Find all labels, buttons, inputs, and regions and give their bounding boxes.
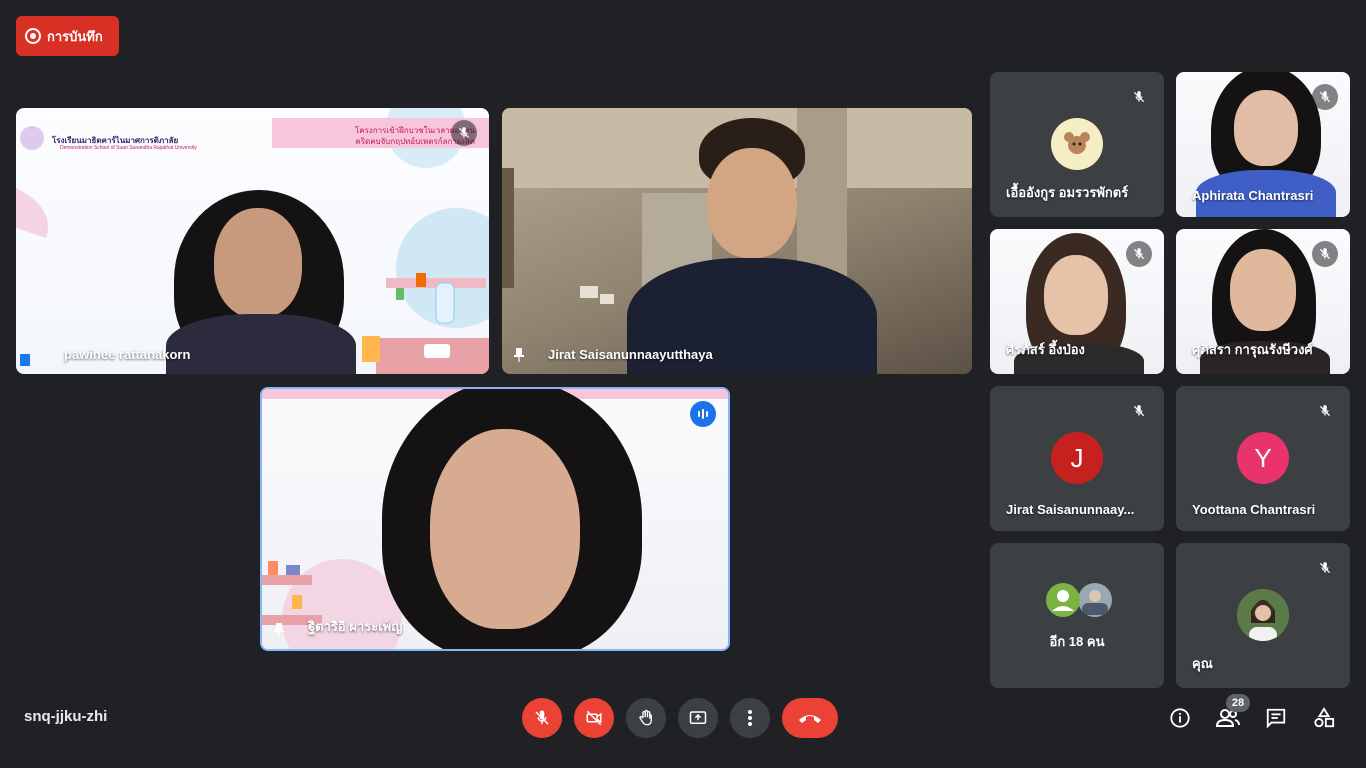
participant-name: คุณ <box>1192 656 1213 671</box>
participant-tile-pawinee[interactable]: โรงเรียนมาธิตคาร์ไนมาศการติภาลัย Demonst… <box>16 108 489 374</box>
participant-tile-active-speaker[interactable]: ฐิตาริอิ ผาระเพ็ญ <box>260 387 730 651</box>
mic-off-icon <box>535 710 549 725</box>
meeting-code: snq-jjku-zhi <box>24 708 108 725</box>
mic-off-icon <box>1312 241 1338 267</box>
avatar: J <box>1051 432 1103 484</box>
mic-off-icon <box>1126 241 1152 267</box>
participant-tile-side[interactable]: J Jirat Saisanunnaay... <box>990 386 1164 531</box>
avatar <box>1051 118 1103 170</box>
record-icon <box>25 28 41 44</box>
mic-off-icon <box>1312 398 1338 424</box>
participant-tile-side[interactable]: ศุภิสรา การุณรังษีวงศ์ <box>1176 229 1350 374</box>
participant-name: Jirat Saisanunnaay... <box>1006 502 1135 517</box>
participant-tile-side[interactable]: Y Yoottana Chantrasri <box>1176 386 1350 531</box>
participant-name: pawinee rattanakorn <box>64 347 191 362</box>
participant-name: Yoottana Chantrasri <box>1192 502 1316 517</box>
participant-name: ศุภิสรา การุณรังษีวงศ์ <box>1192 342 1313 357</box>
mic-off-icon <box>451 120 477 146</box>
other-participants-tile[interactable]: อีก 18 คน <box>990 543 1164 688</box>
participant-tile-side[interactable]: ศิรภัสร์ อึ้งป่อง <box>990 229 1164 374</box>
pin-icon <box>274 623 284 637</box>
camera-off-icon <box>586 710 602 726</box>
speaking-indicator-icon <box>690 401 716 427</box>
mic-off-icon <box>1126 84 1152 110</box>
participants-count-badge: 28 <box>1226 694 1250 712</box>
leave-call-button[interactable] <box>782 698 838 738</box>
participant-video <box>156 186 366 374</box>
participant-video <box>372 389 652 649</box>
participant-name: Jirat Saisanunnaayutthaya <box>548 347 713 362</box>
recording-label: การบันทึก <box>47 28 103 44</box>
participant-video <box>627 118 877 374</box>
chat-button[interactable] <box>1260 702 1292 734</box>
camera-toggle-button[interactable] <box>574 698 614 738</box>
others-count-label: อีก 18 คน <box>1049 634 1105 649</box>
meeting-details-button[interactable] <box>1164 702 1196 734</box>
more-vert-icon <box>748 710 752 726</box>
participant-name: เอื้ออังกูร อมรวรพักตร์ <box>1006 185 1129 200</box>
mic-toggle-button[interactable] <box>522 698 562 738</box>
mic-off-icon <box>1312 84 1338 110</box>
raise-hand-button[interactable] <box>626 698 666 738</box>
activities-button[interactable] <box>1308 702 1340 734</box>
mic-off-icon <box>1312 555 1338 581</box>
participant-name: ฐิตาริอิ ผาระเพ็ญ <box>308 619 403 634</box>
end-call-icon <box>799 715 821 723</box>
present-now-button[interactable] <box>678 698 718 738</box>
avatar <box>1237 589 1289 641</box>
info-icon <box>1170 708 1190 728</box>
hand-icon <box>639 709 652 726</box>
participants-button[interactable]: 28 <box>1212 694 1250 734</box>
participant-name: ศิรภัสร์ อึ้งป่อง <box>1006 342 1085 357</box>
participant-tile-jirat[interactable]: Jirat Saisanunnaayutthaya <box>502 108 972 374</box>
others-avatars <box>1046 583 1112 617</box>
pin-icon <box>514 348 524 362</box>
present-icon <box>689 711 707 724</box>
self-tile[interactable]: คุณ <box>1176 543 1350 688</box>
slide-school-subtitle: Demonstration School of Suan Sunandha Ra… <box>60 145 197 151</box>
chat-icon <box>1266 708 1286 729</box>
participant-tile-side[interactable]: เอื้ออังกูร อมรวรพักตร์ <box>990 72 1164 217</box>
more-options-button[interactable] <box>730 698 770 738</box>
bottom-control-bar: snq-jjku-zhi 28 <box>0 688 1366 768</box>
avatar: Y <box>1237 432 1289 484</box>
participant-name: Aphirata Chantrasri <box>1192 188 1314 203</box>
activities-icon <box>1314 707 1335 728</box>
recording-indicator[interactable]: การบันทึก <box>16 16 119 56</box>
participant-tile-side[interactable]: Aphirata Chantrasri <box>1176 72 1350 217</box>
mic-off-icon <box>1126 398 1152 424</box>
